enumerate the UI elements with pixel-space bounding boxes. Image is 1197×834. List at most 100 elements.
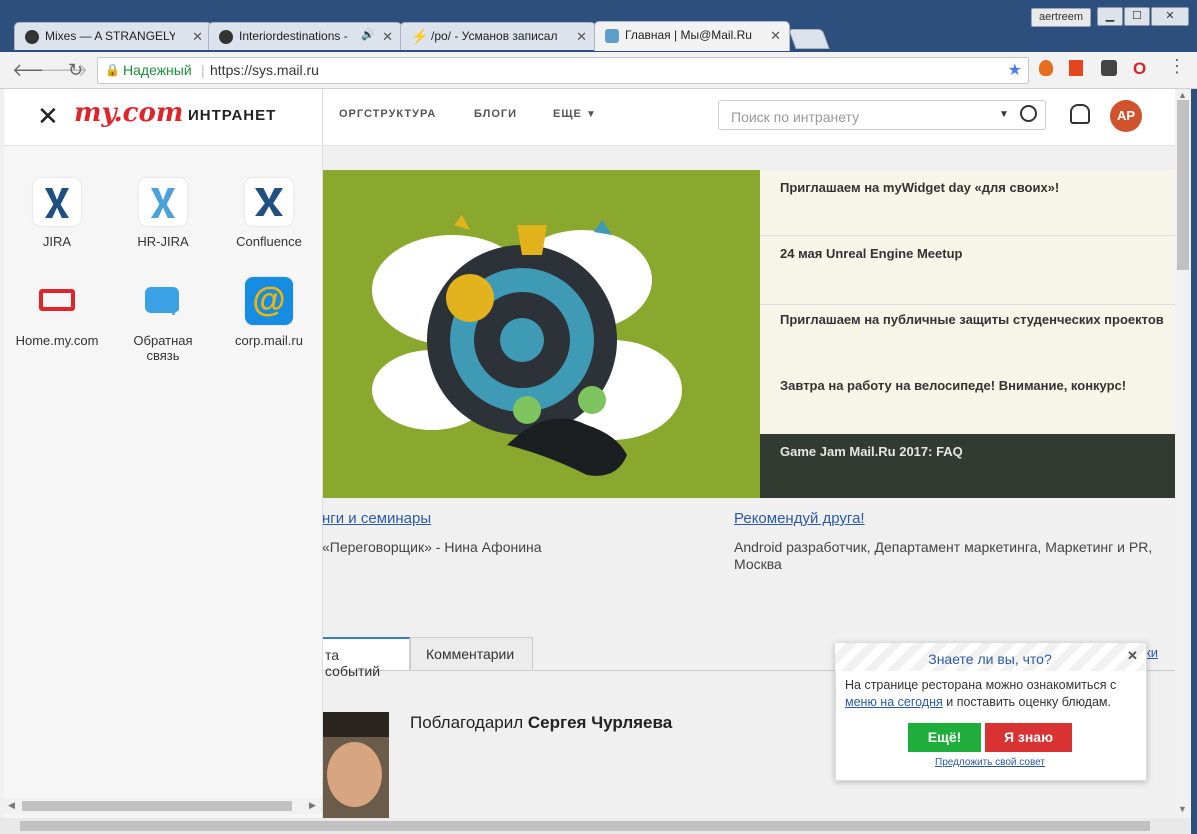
- plus-icon: +: [167, 297, 180, 322]
- tab-comments[interactable]: Комментарии: [410, 637, 533, 670]
- app-confluence[interactable]: Confluence: [216, 178, 322, 249]
- news-item-active[interactable]: Game Jam Mail.Ru 2017: FAQ: [760, 434, 1175, 498]
- bookmark-star-icon[interactable]: ★: [1008, 58, 1022, 83]
- scroll-right-arrow[interactable]: ▶: [309, 800, 316, 811]
- recommend-friend-link[interactable]: Рекомендуй друга!: [734, 510, 865, 527]
- news-item[interactable]: 24 мая Unreal Engine Meetup: [780, 244, 1165, 264]
- window-frame: [1191, 89, 1197, 834]
- extension-fire-icon[interactable]: [1039, 60, 1053, 76]
- gamejam-illustration: [372, 215, 682, 476]
- feedback-cat-icon: +: [139, 277, 187, 325]
- search-icon[interactable]: [1020, 105, 1037, 122]
- more-tips-button[interactable]: Ещё!: [908, 723, 981, 752]
- i-know-button[interactable]: Я знаю: [985, 723, 1072, 752]
- app-home-mycom[interactable]: Home.my.com: [4, 277, 110, 348]
- app-label: JIRA: [42, 234, 72, 249]
- search-dropdown-icon[interactable]: ▼: [999, 109, 1009, 120]
- hr-jira-icon: [139, 178, 187, 226]
- vertical-scroll-thumb[interactable]: [1177, 100, 1189, 270]
- close-icon[interactable]: ✕: [1127, 648, 1138, 664]
- separator: |: [201, 62, 205, 78]
- opera-extension-icon[interactable]: O: [1133, 59, 1146, 79]
- trainings-text: «Переговорщик» - Нина Афонина: [322, 539, 542, 555]
- new-tab-button[interactable]: [788, 29, 830, 49]
- app-feedback[interactable]: + Обратная связь: [110, 277, 216, 363]
- tab-events[interactable]: та событий: [322, 637, 410, 679]
- confluence-icon-shape: [255, 188, 283, 216]
- app-label: HR-JIRA: [137, 234, 189, 249]
- mycom-logo[interactable]: my.com: [74, 98, 183, 128]
- secure-label: Надежный: [123, 62, 192, 78]
- browser-tab-active[interactable]: Главная | Мы@Mail.Ru ✕: [594, 21, 790, 51]
- news-item-label: Game Jam Mail.Ru 2017: FAQ: [780, 444, 963, 459]
- home-mycom-icon: [33, 277, 81, 325]
- photo-background: [322, 712, 389, 737]
- office-icon[interactable]: [1069, 60, 1083, 76]
- news-item[interactable]: Приглашаем на myWidget day «для своих»!: [780, 178, 1165, 198]
- horizontal-scroll-thumb[interactable]: [20, 821, 1150, 831]
- app-jira[interactable]: JIRA: [4, 178, 110, 249]
- close-icon[interactable]: ✕: [37, 103, 59, 129]
- url-text[interactable]: https://sys.mail.ru: [210, 58, 319, 83]
- home-icon: [605, 29, 619, 43]
- divider: [760, 235, 1175, 236]
- scroll-left-arrow[interactable]: ◀: [8, 800, 15, 811]
- lightning-icon: ⚡: [411, 28, 429, 44]
- menu-today-link[interactable]: меню на сегодня: [845, 695, 943, 709]
- app-corp-mail[interactable]: @ corp.mail.ru: [216, 277, 322, 348]
- home-mycom-icon-shape: [39, 289, 75, 311]
- banner-image[interactable]: [322, 170, 760, 498]
- browser-tab[interactable]: Mixes — A STRANGELY I ✕: [14, 22, 212, 50]
- maximize-button[interactable]: ☐: [1124, 7, 1150, 26]
- close-icon[interactable]: ✕: [382, 29, 393, 45]
- github-icon: [25, 30, 39, 44]
- extension-icon[interactable]: [1101, 60, 1117, 76]
- feed-user-link[interactable]: Сергея Чурляева: [528, 713, 672, 732]
- popup-title: Знаете ли вы, что?: [928, 651, 1052, 667]
- jira-icon: [33, 178, 81, 226]
- popup-text: На странице ресторана можно ознакомиться…: [845, 678, 1117, 709]
- vacancy-text: Android разработчик, Департамент маркети…: [734, 539, 1153, 572]
- audio-icon[interactable]: 🔊: [361, 28, 375, 41]
- nav-org-structure[interactable]: ОРГСТРУКТУРА: [339, 108, 436, 120]
- trainings-link[interactable]: нги и семинары: [322, 510, 431, 527]
- profile-badge[interactable]: aertreem: [1031, 8, 1091, 27]
- app-label: Confluence: [236, 234, 302, 249]
- hr-jira-icon-shape: [151, 188, 175, 218]
- address-bar[interactable]: 🔒 Надежный | https://sys.mail.ru ★: [97, 57, 1029, 84]
- browser-tab[interactable]: ⚡ /po/ - Усманов записал ✕: [400, 22, 596, 50]
- browser-tab[interactable]: Interiordestinations - 🔊 ✕: [208, 22, 402, 50]
- side-panel-scroll-thumb[interactable]: [22, 801, 292, 811]
- suggest-tip-link[interactable]: Предложить свой совет: [835, 757, 1145, 768]
- reload-button[interactable]: ↻: [68, 60, 83, 81]
- github-icon: [219, 30, 233, 44]
- nav-more[interactable]: ЕЩЕ ▼: [553, 108, 597, 120]
- lock-icon: 🔒: [105, 63, 120, 77]
- mail-at-icon: @: [245, 277, 293, 325]
- app-hr-jira[interactable]: HR-JIRA: [110, 178, 216, 249]
- app-label: corp.mail.ru: [235, 333, 303, 348]
- scroll-up-arrow[interactable]: ▲: [1178, 90, 1187, 100]
- minimize-button[interactable]: ▁: [1097, 7, 1123, 26]
- search-input[interactable]: Поиск по интранету: [718, 100, 1046, 130]
- notification-bell-icon[interactable]: [1070, 104, 1090, 124]
- app-label: Home.my.com: [15, 333, 99, 348]
- close-icon[interactable]: ✕: [576, 29, 587, 45]
- face-shape: [327, 742, 382, 807]
- close-window-button[interactable]: ✕: [1151, 7, 1189, 26]
- app-label: Обратная связь: [133, 333, 193, 363]
- feed-item-title: Поблагодарил Сергея Чурляева: [410, 713, 673, 732]
- divider: [760, 304, 1175, 305]
- nav-blogs[interactable]: БЛОГИ: [474, 108, 517, 120]
- at-sign-glyph: @: [252, 281, 286, 319]
- close-icon[interactable]: ✕: [192, 29, 203, 45]
- news-item[interactable]: Завтра на работу на велосипеде! Внимание…: [780, 376, 1165, 396]
- news-item[interactable]: Приглашаем на публичные защиты студенчес…: [780, 310, 1165, 330]
- close-icon[interactable]: ✕: [770, 28, 781, 44]
- confluence-icon: [245, 178, 293, 226]
- menu-dots-icon[interactable]: ⋮: [1168, 56, 1186, 77]
- caret-down-icon: ▼: [585, 109, 597, 120]
- scroll-down-arrow[interactable]: ▼: [1178, 804, 1187, 814]
- user-avatar[interactable]: АР: [1110, 100, 1142, 132]
- user-photo[interactable]: [322, 712, 389, 818]
